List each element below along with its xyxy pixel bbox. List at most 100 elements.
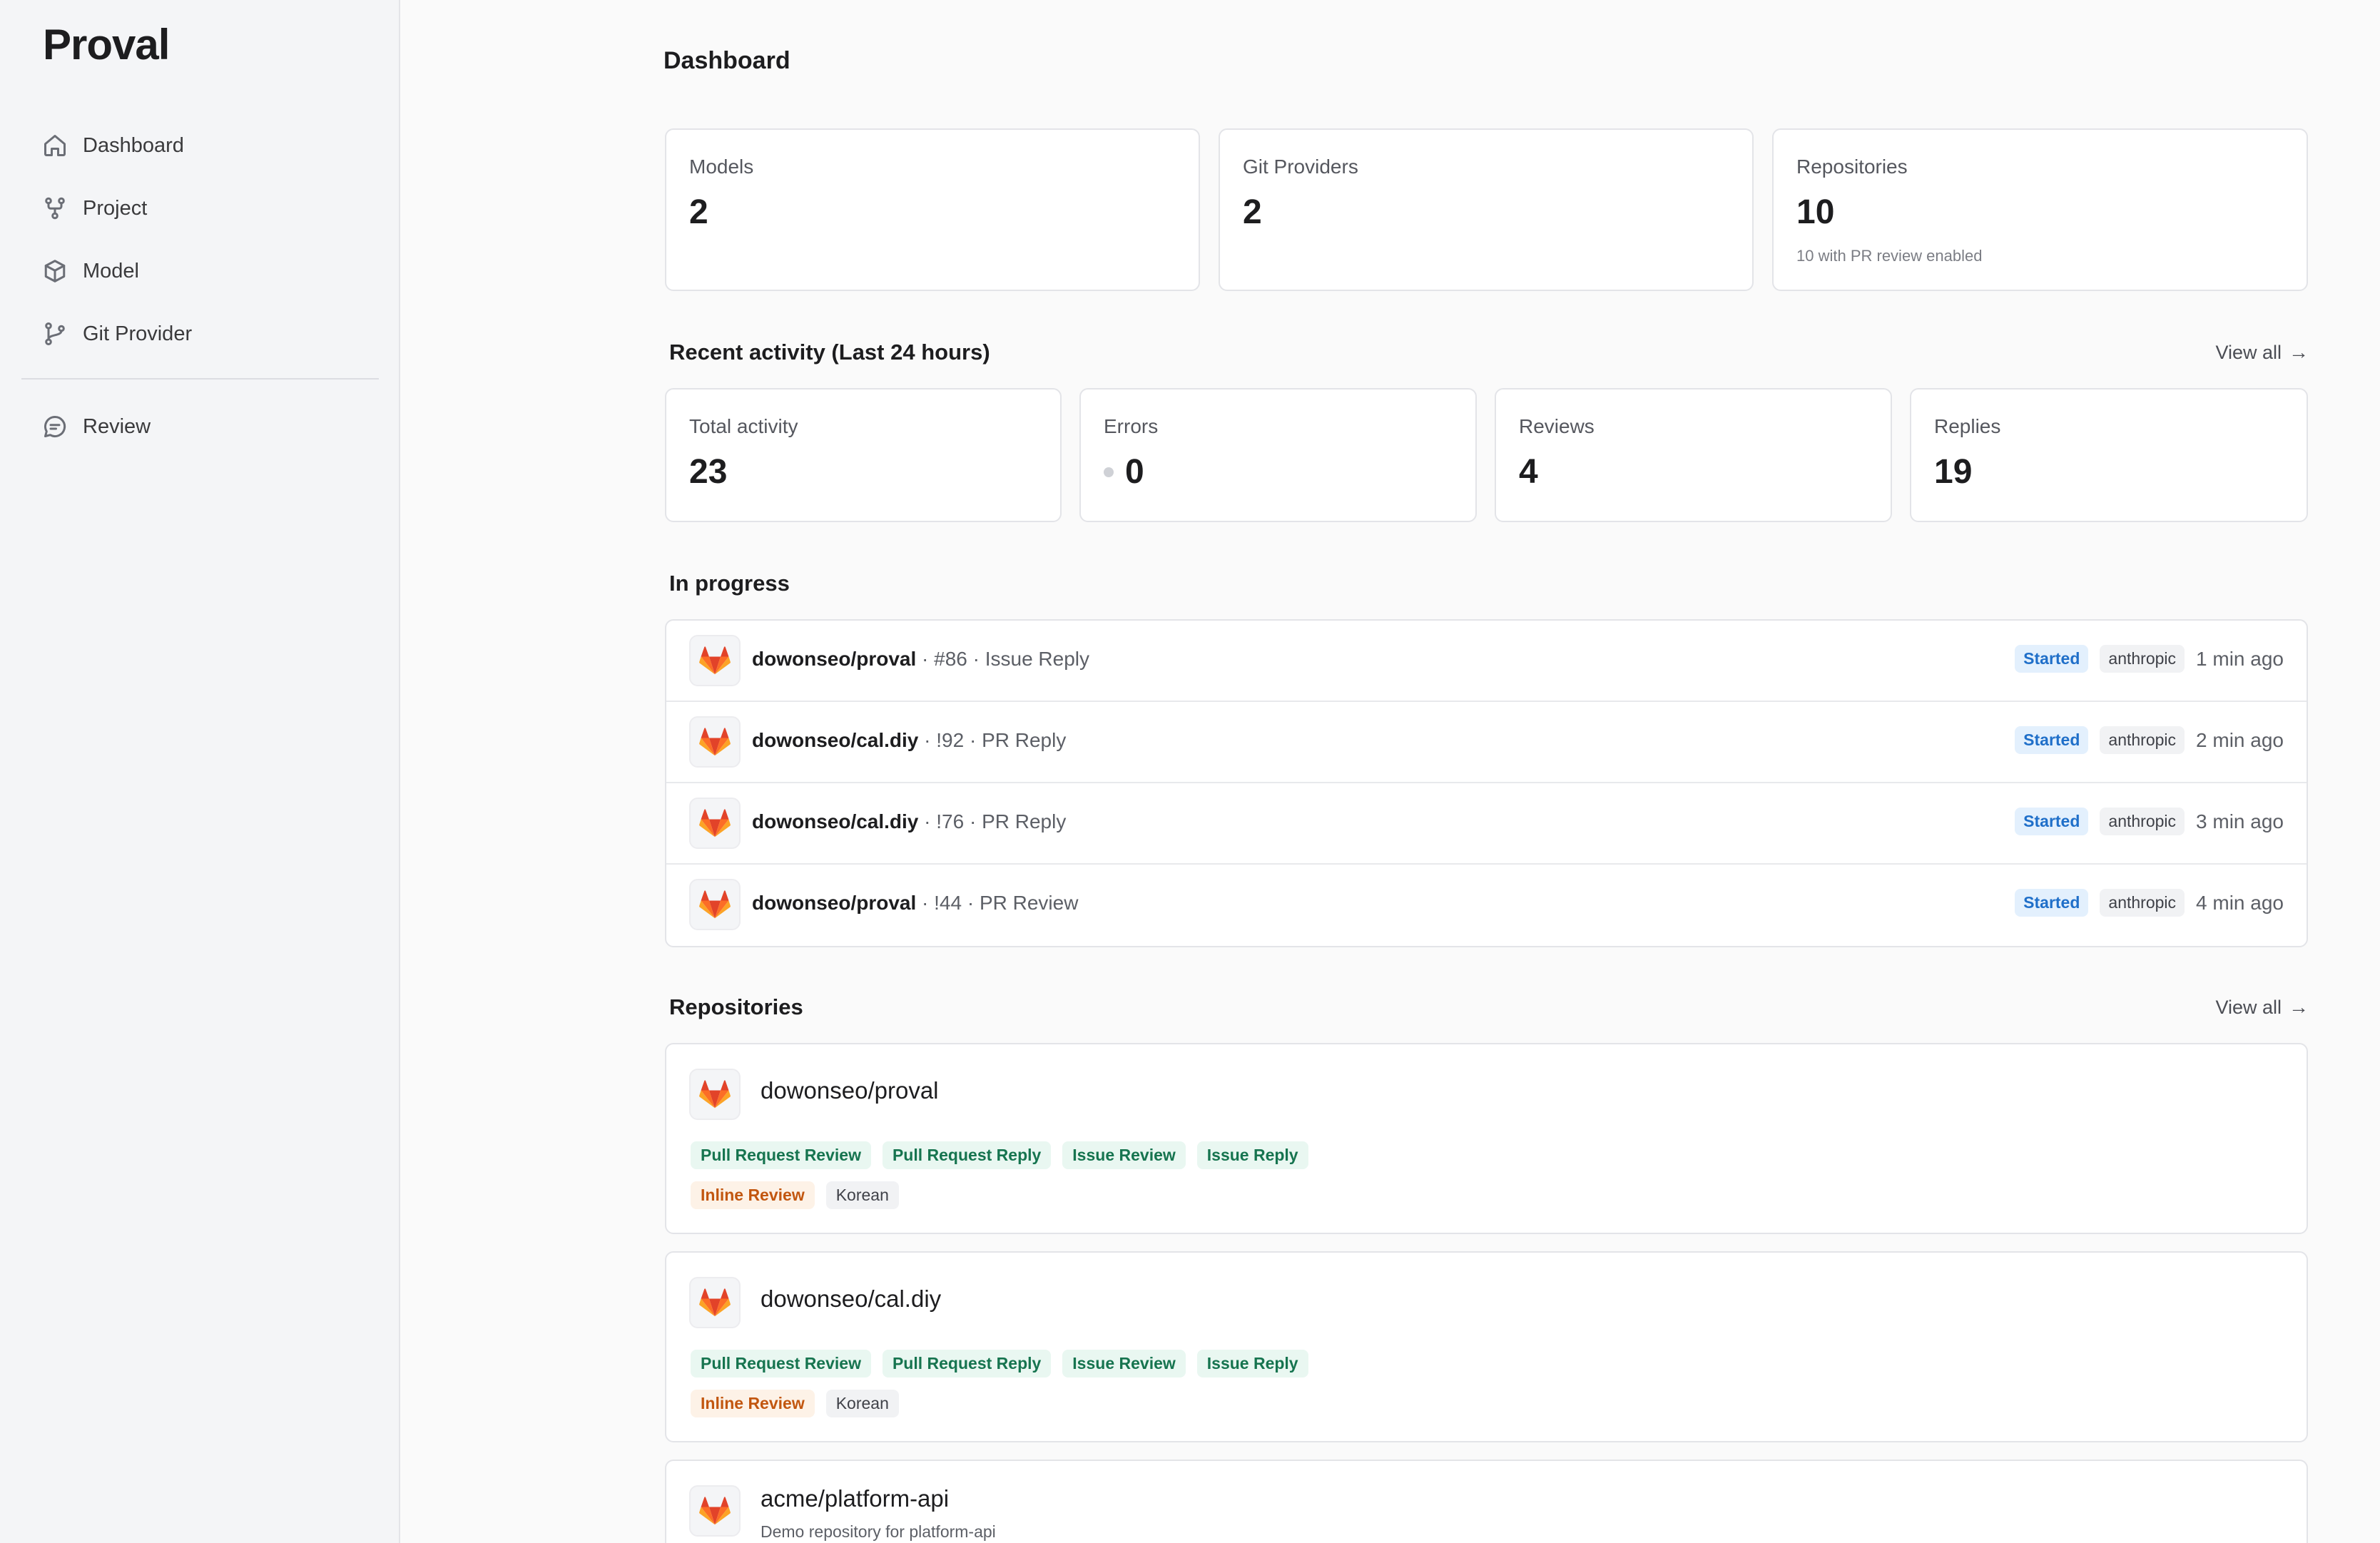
list-item[interactable]: dowonseo/cal.diy · !76 · PR Reply Starte… <box>666 783 2307 865</box>
activity-description: dowonseo/proval · !44 · PR Review <box>752 892 1078 915</box>
feature-tag: Issue Review <box>1062 1141 1186 1169</box>
repositories-view-all-link[interactable]: View all → <box>2215 996 2309 1019</box>
model-badge: anthropic <box>2100 889 2185 917</box>
view-all-label: View all <box>2215 341 2282 363</box>
in-progress-list: dowonseo/proval · #86 · Issue Reply Star… <box>665 619 2308 947</box>
gitlab-icon <box>689 635 741 686</box>
row-meta: Started anthropic 4 min ago <box>2015 889 2284 917</box>
stat-label: Replies <box>1934 415 2001 437</box>
repo-name[interactable]: acme/platform-api <box>761 1485 949 1512</box>
timestamp: 2 min ago <box>2196 728 2284 751</box>
git-branch-icon <box>41 320 68 347</box>
models-card[interactable]: Models 2 <box>665 128 1200 291</box>
reviews-card[interactable]: Reviews 4 <box>1495 388 1892 522</box>
stat-value: 10 <box>1796 193 1835 231</box>
activity-detail: · !76 · PR Reply <box>918 810 1067 832</box>
language-tag: Korean <box>825 1390 899 1417</box>
option-tags: Inline Review Korean <box>691 1181 899 1209</box>
model-badge: anthropic <box>2100 645 2185 673</box>
arrow-right-icon: → <box>2289 996 2309 1018</box>
sidebar-item-label: Project <box>83 196 148 220</box>
activity-description: dowonseo/cal.diy · !92 · PR Reply <box>752 729 1066 752</box>
row-meta: Started anthropic 2 min ago <box>2015 726 2284 754</box>
stat-value: 0 <box>1125 453 1144 491</box>
replies-card[interactable]: Replies 19 <box>1910 388 2308 522</box>
sidebar-item-model[interactable]: Model <box>0 240 400 302</box>
stat-value: 23 <box>689 453 728 491</box>
activity-detail: · !44 · PR Review <box>916 892 1079 914</box>
language-tag: Korean <box>825 1181 899 1209</box>
feature-tag: Pull Request Review <box>691 1350 871 1378</box>
option-tag: Inline Review <box>691 1390 815 1417</box>
gitlab-icon <box>689 716 741 768</box>
repo-name[interactable]: dowonseo/proval <box>761 1077 939 1104</box>
row-meta: Started anthropic 3 min ago <box>2015 808 2284 835</box>
list-item[interactable]: dowonseo/proval · #86 · Issue Reply Star… <box>666 621 2307 702</box>
stat-label: Repositories <box>1796 156 1908 178</box>
chat-icon <box>41 413 68 440</box>
sidebar-item-label: Git Provider <box>83 322 193 345</box>
model-badge: anthropic <box>2100 726 2185 754</box>
stat-label: Reviews <box>1519 415 1595 437</box>
stat-value: 2 <box>689 193 708 231</box>
sidebar-item-project[interactable]: Project <box>0 177 400 240</box>
feature-tag: Pull Request Reply <box>882 1141 1052 1169</box>
total-activity-card[interactable]: Total activity 23 <box>665 388 1062 522</box>
repository-card[interactable]: acme/platform-api Demo repository for pl… <box>665 1460 2308 1543</box>
stat-subtext: 10 with PR review enabled <box>1796 247 1983 265</box>
list-item[interactable]: dowonseo/cal.diy · !92 · PR Reply Starte… <box>666 702 2307 783</box>
option-tag: Inline Review <box>691 1181 815 1209</box>
feature-tags: Pull Request Review Pull Request Reply I… <box>691 1141 1308 1169</box>
repository-card[interactable]: dowonseo/proval Pull Request Review Pull… <box>665 1043 2308 1234</box>
stat-label: Total activity <box>689 415 798 437</box>
activity-view-all-link[interactable]: View all → <box>2215 341 2309 364</box>
gitlab-icon <box>689 798 741 849</box>
list-item[interactable]: dowonseo/proval · !44 · PR Review Starte… <box>666 865 2307 946</box>
feature-tag: Pull Request Reply <box>882 1350 1052 1378</box>
brand-logo[interactable]: Proval <box>43 20 170 69</box>
cube-icon <box>41 258 68 285</box>
sidebar-item-label: Review <box>83 414 151 438</box>
feature-tag: Issue Review <box>1062 1350 1186 1378</box>
stat-value: 4 <box>1519 453 1538 491</box>
page-title: Dashboard <box>663 47 790 74</box>
repo-name[interactable]: dowonseo/cal.diy <box>761 1285 941 1313</box>
sidebar-nav: Dashboard Project Model Git Provider Rev… <box>0 114 400 458</box>
project-icon <box>41 195 68 222</box>
stat-value-row: 0 <box>1104 452 1144 492</box>
repositories-card[interactable]: Repositories 10 10 with PR review enable… <box>1772 128 2308 291</box>
feature-tag: Pull Request Review <box>691 1141 871 1169</box>
gitlab-icon <box>689 1485 741 1537</box>
gitlab-icon <box>689 1069 741 1120</box>
git-providers-card[interactable]: Git Providers 2 <box>1219 128 1754 291</box>
status-badge: Started <box>2015 889 2089 917</box>
timestamp: 3 min ago <box>2196 810 2284 832</box>
model-badge: anthropic <box>2100 808 2185 835</box>
sidebar-item-label: Model <box>83 259 139 282</box>
option-tags: Inline Review Korean <box>691 1390 899 1417</box>
status-badge: Started <box>2015 726 2089 754</box>
repo-name[interactable]: dowonseo/cal.diy <box>752 810 918 832</box>
activity-detail: · #86 · Issue Reply <box>916 648 1090 670</box>
repo-name[interactable]: dowonseo/cal.diy <box>752 729 918 751</box>
timestamp: 4 min ago <box>2196 891 2284 914</box>
repository-card[interactable]: dowonseo/cal.diy Pull Request Review Pul… <box>665 1251 2308 1442</box>
activity-description: dowonseo/cal.diy · !76 · PR Reply <box>752 810 1066 833</box>
sidebar-item-review[interactable]: Review <box>0 395 400 458</box>
sidebar-item-dashboard[interactable]: Dashboard <box>0 114 400 177</box>
repo-name[interactable]: dowonseo/proval <box>752 648 916 670</box>
gitlab-icon <box>689 879 741 930</box>
stat-value: 19 <box>1934 453 1973 491</box>
arrow-right-icon: → <box>2289 341 2309 363</box>
sidebar-item-git-provider[interactable]: Git Provider <box>0 302 400 365</box>
sidebar-divider <box>21 378 379 380</box>
repo-name[interactable]: dowonseo/proval <box>752 892 916 914</box>
sidebar: Proval Dashboard Project Model Git Provi… <box>0 0 400 1543</box>
status-badge: Started <box>2015 808 2089 835</box>
errors-card[interactable]: Errors 0 <box>1079 388 1477 522</box>
status-dot-icon <box>1104 467 1114 477</box>
home-icon <box>41 132 68 159</box>
sidebar-item-label: Dashboard <box>83 133 184 157</box>
view-all-label: View all <box>2215 996 2282 1018</box>
gitlab-icon <box>689 1277 741 1328</box>
